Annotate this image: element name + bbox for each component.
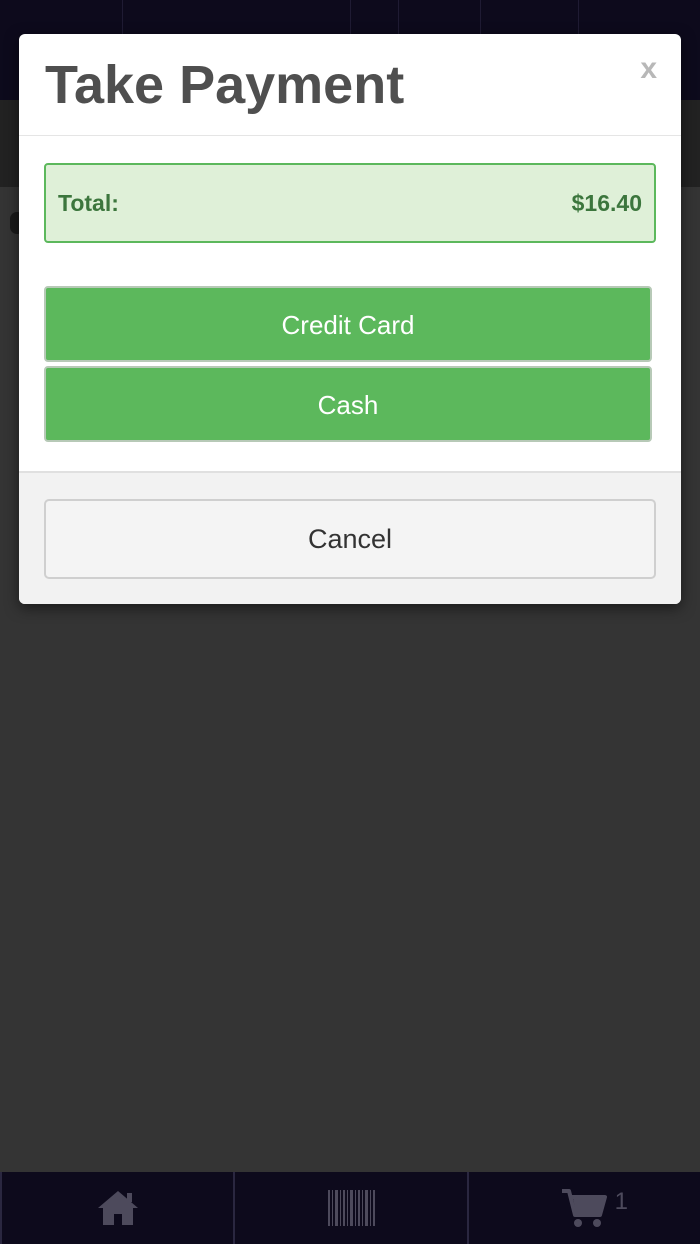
total-label: Total: <box>58 190 119 216</box>
cancel-button[interactable]: Cancel <box>44 499 656 579</box>
dialog-header: Take Payment x <box>19 34 681 136</box>
total-amount: $16.40 <box>571 190 642 216</box>
bottom-navigation: 1 <box>0 1172 700 1244</box>
cart-count-badge: 1 <box>614 1188 629 1215</box>
dialog-footer: Cancel <box>19 471 681 604</box>
cash-button[interactable]: Cash <box>44 366 652 442</box>
nav-home[interactable] <box>0 1172 233 1244</box>
nav-scan[interactable] <box>233 1172 466 1244</box>
dialog-title: Take Payment <box>45 55 405 115</box>
total-panel: Total: $16.40 <box>44 163 656 243</box>
barcode-icon <box>326 1188 376 1228</box>
take-payment-dialog: Take Payment x Total: $16.40 Credit Card… <box>19 34 681 604</box>
close-button[interactable]: x <box>640 52 657 86</box>
credit-card-button[interactable]: Credit Card <box>44 286 652 362</box>
home-icon <box>96 1188 140 1228</box>
cart-icon <box>560 1187 608 1229</box>
nav-cart[interactable]: 1 <box>466 1172 700 1244</box>
